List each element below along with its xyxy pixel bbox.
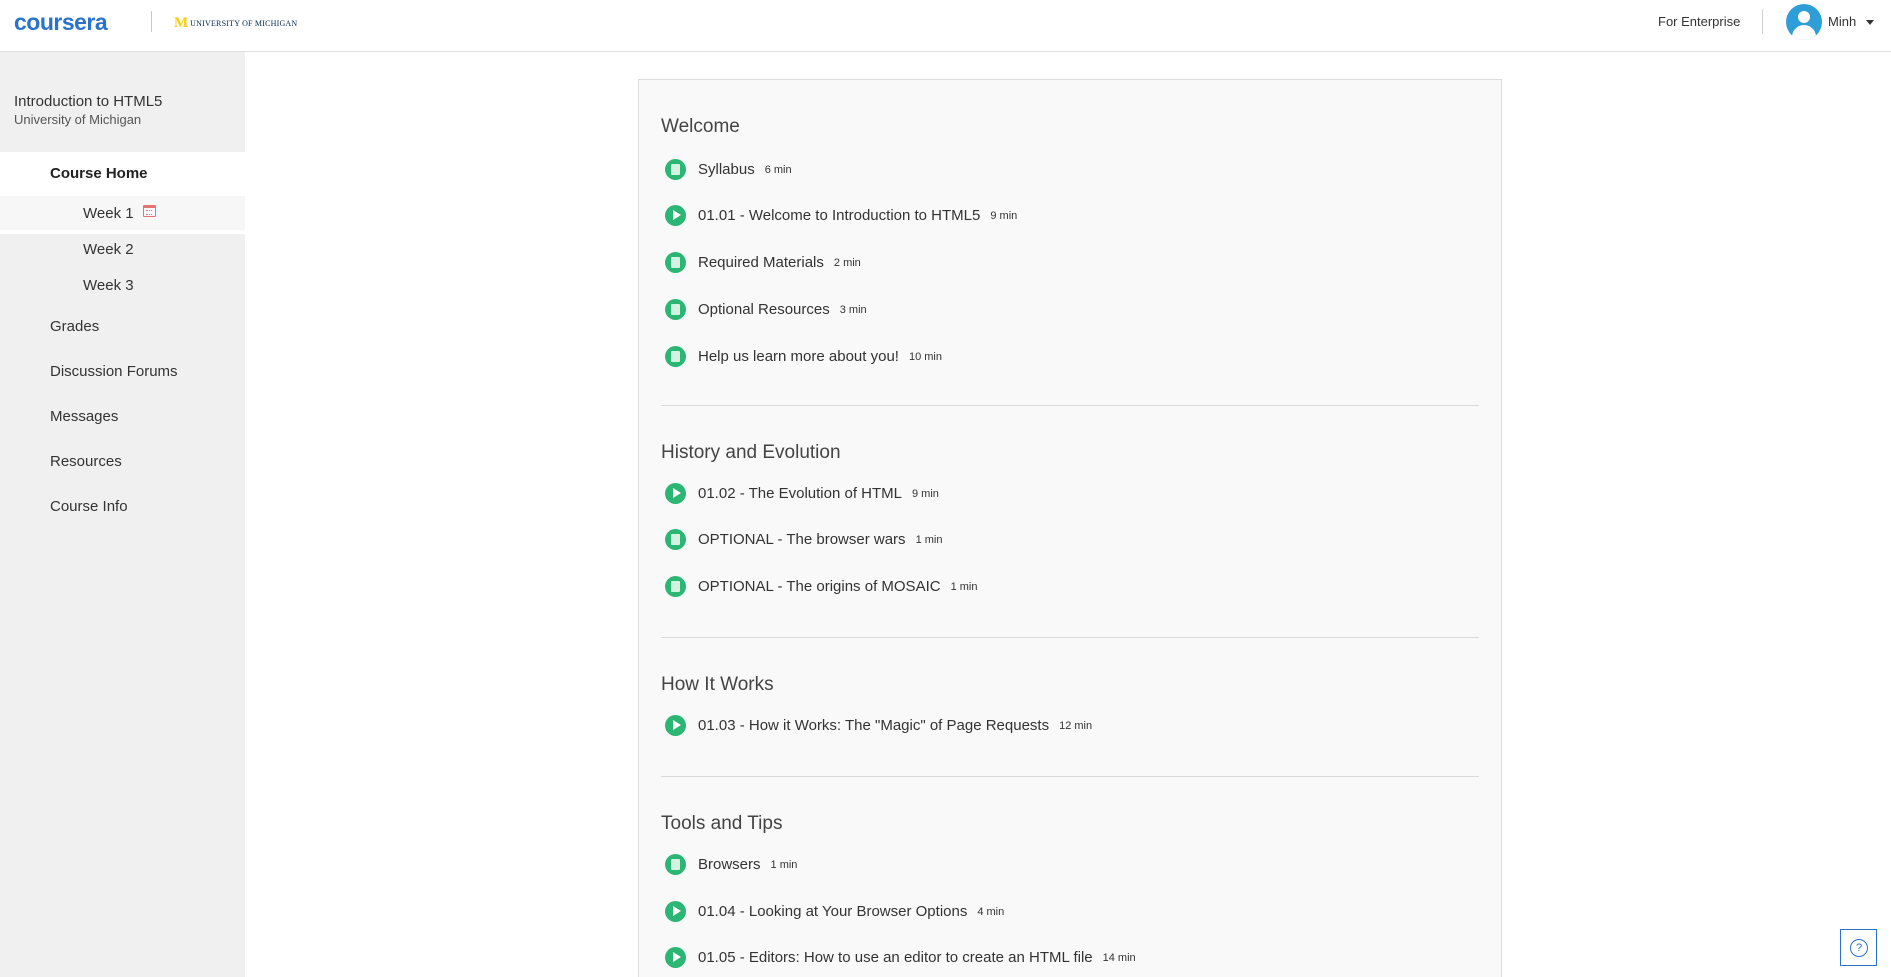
- lesson-item[interactable]: 01.01 - Welcome to Introduction to HTML5…: [665, 204, 1017, 226]
- course-provider: University of Michigan: [14, 112, 142, 127]
- course-title: Introduction to HTML5: [14, 93, 163, 110]
- lesson-duration: 1 min: [950, 581, 978, 593]
- lesson-duration: 1 min: [915, 534, 943, 546]
- lesson-duration: 3 min: [839, 304, 867, 316]
- module-panel: Welcome Syllabus 6 min 01.01 - Welcome t…: [638, 79, 1502, 977]
- sidebar-item-week-2[interactable]: Week 2: [83, 241, 134, 258]
- lesson-item[interactable]: OPTIONAL - The origins of MOSAIC 1 min: [665, 575, 977, 597]
- lesson-duration: 12 min: [1059, 720, 1093, 732]
- reading-complete-icon: [665, 298, 686, 320]
- lesson-duration: 14 min: [1102, 952, 1136, 964]
- lesson-item[interactable]: 01.04 - Looking at Your Browser Options …: [665, 900, 1004, 922]
- section-title: Welcome: [661, 116, 740, 137]
- reading-complete-icon: [665, 853, 686, 875]
- lesson-item[interactable]: 01.02 - The Evolution of HTML 9 min: [665, 482, 939, 504]
- calendar-icon: [143, 205, 156, 217]
- lesson-item[interactable]: Help us learn more about you! 10 min: [665, 345, 942, 367]
- section-title: History and Evolution: [661, 442, 841, 463]
- section-divider: [661, 637, 1479, 638]
- video-play-icon: [665, 714, 686, 736]
- lesson-label: 01.04 - Looking at Your Browser Options: [698, 902, 968, 920]
- lesson-label: OPTIONAL - The browser wars: [698, 530, 906, 548]
- top-header: coursera M UNIVERSITY OF MICHIGAN For En…: [0, 0, 1891, 52]
- header-divider-right: [1762, 9, 1763, 34]
- lesson-duration: 4 min: [977, 906, 1005, 918]
- lesson-item[interactable]: Browsers 1 min: [665, 853, 797, 875]
- sidebar-item-messages[interactable]: Messages: [50, 408, 118, 425]
- university-logo[interactable]: M UNIVERSITY OF MICHIGAN: [174, 15, 297, 32]
- lesson-duration: 2 min: [833, 257, 861, 269]
- header-divider: [151, 11, 152, 32]
- video-play-icon: [665, 900, 686, 922]
- lesson-item[interactable]: 01.03 - How it Works: The "Magic" of Pag…: [665, 714, 1092, 736]
- avatar-body: [1792, 25, 1816, 40]
- lesson-label: 01.05 - Editors: How to use an editor to…: [698, 948, 1093, 966]
- lesson-duration: 1 min: [770, 859, 798, 871]
- lesson-label: 01.01 - Welcome to Introduction to HTML5: [698, 206, 981, 224]
- sidebar-item-course-info[interactable]: Course Info: [50, 498, 128, 515]
- lesson-item[interactable]: Syllabus 6 min: [665, 158, 792, 180]
- lesson-item[interactable]: Optional Resources 3 min: [665, 298, 867, 320]
- university-name: UNIVERSITY OF MICHIGAN: [190, 19, 298, 28]
- lesson-label: Optional Resources: [698, 300, 830, 318]
- lesson-label: Browsers: [698, 855, 761, 873]
- reading-complete-icon: [665, 528, 686, 550]
- user-name[interactable]: Minh: [1828, 14, 1856, 29]
- reading-complete-icon: [665, 158, 686, 180]
- lesson-label: Required Materials: [698, 253, 824, 271]
- section-title: Tools and Tips: [661, 813, 783, 834]
- video-play-icon: [665, 946, 686, 968]
- sidebar-item-week-1[interactable]: Week 1: [83, 205, 134, 222]
- coursera-logo[interactable]: coursera: [14, 9, 108, 36]
- video-play-icon: [665, 482, 686, 504]
- avatar-head: [1798, 11, 1810, 23]
- course-sidebar: Introduction to HTML5 University of Mich…: [0, 52, 245, 977]
- umich-block-m-icon: M: [174, 15, 189, 31]
- help-button[interactable]: ?: [1840, 929, 1877, 966]
- lesson-item[interactable]: OPTIONAL - The browser wars 1 min: [665, 528, 942, 550]
- sidebar-item-discussion-forums[interactable]: Discussion Forums: [50, 363, 178, 380]
- sidebar-item-resources[interactable]: Resources: [50, 453, 122, 470]
- lesson-item[interactable]: 01.05 - Editors: How to use an editor to…: [665, 946, 1136, 968]
- user-icon[interactable]: [1786, 4, 1822, 40]
- lesson-label: 01.02 - The Evolution of HTML: [698, 484, 902, 502]
- lesson-duration: 9 min: [990, 210, 1018, 222]
- reading-complete-icon: [665, 345, 686, 367]
- lesson-item[interactable]: Required Materials 2 min: [665, 251, 861, 273]
- section-divider: [661, 405, 1479, 406]
- lesson-duration: 9 min: [912, 488, 939, 500]
- help-icon: ?: [1850, 939, 1868, 957]
- reading-complete-icon: [665, 251, 686, 273]
- lesson-label: 01.03 - How it Works: The "Magic" of Pag…: [698, 716, 1050, 734]
- caret-down-icon[interactable]: [1866, 20, 1874, 25]
- lesson-duration: 6 min: [764, 164, 792, 176]
- reading-complete-icon: [665, 575, 686, 597]
- lesson-label: Syllabus: [698, 160, 755, 178]
- video-play-icon: [665, 204, 686, 226]
- lesson-duration: 10 min: [908, 351, 942, 363]
- lesson-label: OPTIONAL - The origins of MOSAIC: [698, 577, 941, 595]
- for-enterprise-link[interactable]: For Enterprise: [1658, 14, 1740, 29]
- section-title: How It Works: [661, 674, 774, 695]
- sidebar-item-week-3[interactable]: Week 3: [83, 277, 134, 294]
- sidebar-item-grades[interactable]: Grades: [50, 318, 99, 335]
- section-divider: [661, 776, 1479, 777]
- lesson-label: Help us learn more about you!: [698, 347, 899, 365]
- sidebar-item-course-home[interactable]: Course Home: [50, 165, 148, 182]
